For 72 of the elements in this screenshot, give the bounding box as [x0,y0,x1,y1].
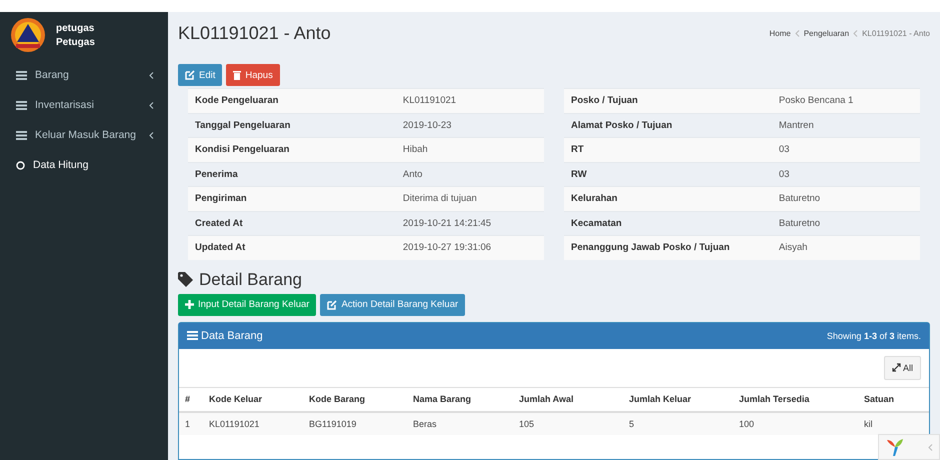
action-button[interactable]: Action Detail Barang Keluar [320,294,466,316]
detail-label: Kelurahan [571,193,618,204]
current-page-text: KL01191021 - Anto [862,28,930,38]
list-icon [16,100,27,110]
detail-value: 03 [778,168,790,180]
detail-value: Diterima di tujuan [402,193,478,204]
expand-icon [892,363,901,372]
detail-value: Baturetno [778,218,822,229]
detail-label: RT [571,144,585,156]
page-title: KL01191021 - Anto [178,22,331,44]
detail-label: Posko / Tujuan [571,95,639,106]
detail-value: KL01191021 [402,95,458,106]
table-cell: 100 [733,412,858,434]
detail-value: Baturetno [778,193,822,204]
table-cell: Beras [407,412,513,434]
toggle-all-button[interactable]: All [884,356,921,380]
detail-label: Updated At [195,242,246,254]
table-cell: BG1191019 [303,412,407,434]
table-cell: 105 [513,412,623,434]
detail-label: Alamat Posko / Tujuan [571,120,674,131]
user-name: petugas [56,22,95,34]
edit-button[interactable]: Edit [178,64,222,86]
sidebar-item[interactable]: Data Hitung [0,150,168,180]
table-cell: 1 [179,412,203,434]
chevron-left-icon [149,132,154,138]
breadcrumb-separator-icon [794,30,800,36]
sidebar-item[interactable]: Keluar Masuk Barang [0,120,168,150]
detail-value: Hibah [402,144,429,156]
detail-label: Kondisi Pengeluaran [195,144,290,156]
edit-icon [327,300,338,310]
detail-label: Penerima [195,168,239,180]
detail-value: 2019-10-23 [402,120,452,131]
circle-icon [16,160,25,170]
detail-label: Penanggung Jawab Posko / Tujuan [571,242,731,254]
detail-value: 2019-10-21 14:21:45 [402,218,492,229]
detail-label: Pengiriman [195,193,248,204]
trash-icon [233,70,242,80]
list-icon [16,130,27,140]
detail-value: Posko Bencana 1 [778,95,854,106]
detail-value: 2019-10-27 19:31:06 [402,242,492,254]
detail-label: Kode Pengeluaran [195,95,280,106]
breadcrumb-link[interactable]: Pengeluaran [804,28,850,38]
summary-text: Showing 1-3 of 3 items. [826,330,921,340]
table-cell: 5 [623,412,733,434]
table-cell: KL01191021 [203,412,303,434]
detail-label: RW [571,168,588,180]
user-role: Petugas [56,36,95,48]
section-title: Detail Barang [199,270,302,290]
collapse-icon [928,444,933,450]
detail-label: Created At [195,218,244,229]
table-cell: kil [858,412,929,434]
detail-value: 03 [778,144,790,156]
detail-value: Mantren [778,120,815,131]
breadcrumb-separator-icon [853,30,858,36]
detail-label: Tanggal Pengeluaran [195,120,292,131]
edit-icon [185,70,195,80]
tag-icon [178,272,194,287]
panel-title: Data Barang [201,330,263,342]
sidebar-item[interactable]: Inventarisasi [0,90,168,120]
delete-button[interactable]: Hapus [226,64,280,86]
detail-label: Kecamatan [571,218,623,229]
chevron-left-icon [149,72,154,78]
logo-icon [10,17,46,53]
list-icon [16,70,27,80]
sidebar-item[interactable]: Barang [0,60,168,90]
chevron-left-icon [149,102,154,108]
breadcrumb-link[interactable]: Home [769,28,791,38]
detail-value: Aisyah [778,242,808,254]
plus-icon [185,300,194,309]
logo-icon [885,437,905,457]
list-icon [187,331,198,340]
detail-value: Anto [402,168,424,180]
